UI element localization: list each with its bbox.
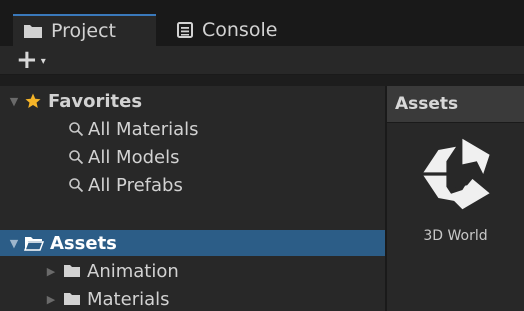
- tab-label: Console: [202, 19, 278, 41]
- star-icon: [24, 92, 42, 110]
- tree-label: Materials: [87, 288, 170, 310]
- toolbar: + ▾: [0, 46, 524, 75]
- tab-label: Project: [51, 20, 117, 42]
- asset-item[interactable]: 3D World: [387, 134, 524, 294]
- tree-label: All Prefabs: [88, 174, 183, 196]
- folder-icon: [63, 264, 81, 278]
- folder-tree: ▼ Favorites All Materials All Models All…: [0, 86, 385, 311]
- console-icon: [176, 21, 194, 39]
- search-icon: [68, 121, 84, 137]
- folder-icon: [23, 23, 43, 39]
- tree-folder-item[interactable]: ▶ Materials: [0, 286, 385, 311]
- tree-label: Assets: [50, 232, 117, 254]
- foldout-collapsed-icon[interactable]: ▶: [45, 265, 57, 278]
- asset-browser: Assets 3D World: [387, 86, 524, 311]
- tab-project[interactable]: Project: [13, 14, 156, 46]
- tree-label: All Materials: [88, 118, 199, 140]
- project-window: Project Console + ▾ ▼ Favorites All Mate…: [0, 0, 524, 311]
- tab-console[interactable]: Console: [170, 14, 277, 46]
- breadcrumb-label: Assets: [395, 94, 459, 114]
- tree-label: Animation: [87, 260, 179, 282]
- tree-favorite-item[interactable]: All Prefabs: [0, 172, 385, 198]
- asset-label: 3D World: [423, 228, 488, 244]
- folder-icon: [63, 292, 81, 306]
- tree-label: All Models: [88, 146, 180, 168]
- foldout-collapsed-icon[interactable]: ▶: [45, 293, 57, 306]
- add-asset-dropdown[interactable]: + ▾: [16, 45, 46, 75]
- foldout-expanded-icon[interactable]: ▼: [8, 95, 20, 108]
- tree-favorite-item[interactable]: All Models: [0, 144, 385, 170]
- unity-logo-icon: [416, 134, 496, 214]
- breadcrumb[interactable]: Assets: [387, 86, 524, 123]
- tree-folder-item[interactable]: ▶ Animation: [0, 258, 385, 284]
- plus-icon: +: [16, 45, 38, 75]
- tab-bar: Project Console: [0, 0, 524, 46]
- chevron-down-icon: ▾: [40, 56, 46, 67]
- folder-open-icon: [24, 235, 44, 251]
- tree-assets[interactable]: ▼ Assets: [0, 230, 385, 256]
- search-icon: [68, 149, 84, 165]
- search-icon: [68, 177, 84, 193]
- foldout-expanded-icon[interactable]: ▼: [8, 237, 20, 250]
- tree-favorite-item[interactable]: All Materials: [0, 116, 385, 142]
- tree-label: Favorites: [48, 90, 143, 112]
- tree-favorites[interactable]: ▼ Favorites: [0, 88, 385, 114]
